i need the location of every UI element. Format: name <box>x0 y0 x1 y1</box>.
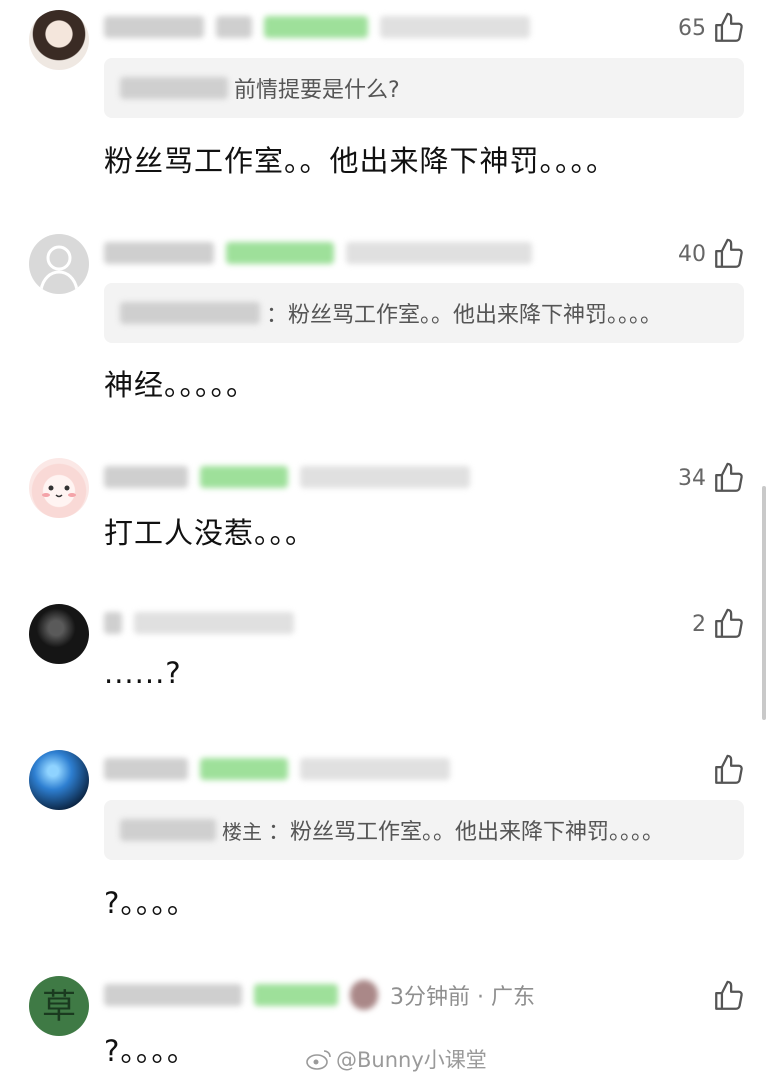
avatar[interactable] <box>29 604 89 664</box>
time-blurred <box>380 16 530 38</box>
username-blurred <box>104 466 188 488</box>
like-count: 34 <box>678 465 706 491</box>
comment-text: 神经。。。。。 <box>104 368 257 402</box>
avatar[interactable] <box>29 234 89 294</box>
thumbs-up-icon <box>715 12 743 42</box>
like-count: 65 <box>678 15 706 41</box>
quote-text: ：粉丝骂工作室。。他出来降下神罚。。。。 <box>268 820 665 845</box>
comment-meta <box>104 12 530 42</box>
comment-meta <box>104 608 294 638</box>
weibo-icon <box>306 1050 331 1070</box>
comment-text: ?。。。。 <box>104 1034 197 1068</box>
time-location: 3分钟前 · 广东 <box>390 985 535 1010</box>
time-blurred <box>134 612 294 634</box>
tag-blurred <box>216 16 252 38</box>
cartoon-avatar-icon <box>42 485 76 498</box>
quoted-reply[interactable]: 楼主 ：粉丝骂工作室。。他出来降下神罚。。。。 <box>104 800 744 860</box>
thumbs-up-icon <box>715 462 743 492</box>
quoted-user-blurred <box>120 77 228 99</box>
time-blurred <box>300 758 450 780</box>
quoted-user-blurred <box>120 819 216 841</box>
scrollbar[interactable] <box>762 486 766 720</box>
thumbs-up-icon <box>715 608 743 638</box>
thumbs-up-icon <box>715 980 743 1010</box>
time-blurred <box>346 242 532 264</box>
badge-avatar-blurred <box>350 980 378 1010</box>
avatar[interactable] <box>29 750 89 810</box>
like-button[interactable]: 2 <box>692 606 746 642</box>
quoted-user-blurred <box>120 302 260 324</box>
username-blurred <box>104 16 204 38</box>
comment-text: ?。。。。 <box>104 886 197 920</box>
quote-text: ：粉丝骂工作室。。他出来降下神罚。。。。 <box>266 303 663 328</box>
thumbs-up-icon <box>715 238 743 268</box>
quoted-reply[interactable]: ：粉丝骂工作室。。他出来降下神罚。。。。 <box>104 283 744 343</box>
time-blurred <box>300 466 470 488</box>
op-label: 楼主 <box>222 819 262 844</box>
comment-meta: 3分钟前 · 广东 <box>104 980 535 1010</box>
comment-text: 打工人没惹。。。 <box>104 516 316 550</box>
grass-avatar-icon: 草 <box>42 987 76 1027</box>
comment-meta <box>104 754 450 784</box>
default-avatar-icon <box>39 245 79 291</box>
badge-blurred <box>254 984 338 1006</box>
comment-meta <box>104 238 532 268</box>
avatar[interactable] <box>29 458 89 518</box>
like-button[interactable] <box>706 752 746 788</box>
like-button[interactable]: 65 <box>678 10 746 46</box>
badge-blurred <box>200 758 288 780</box>
watermark: @Bunny小课堂 <box>306 1044 487 1074</box>
badge-blurred <box>264 16 368 38</box>
username-blurred <box>104 242 214 264</box>
comment-text: ......? <box>104 656 182 690</box>
like-button[interactable]: 34 <box>678 460 746 496</box>
quoted-reply[interactable]: 前情提要是什么? <box>104 58 744 118</box>
comment-text: 粉丝骂工作室。。他出来降下神罚。。。。 <box>104 144 617 178</box>
badge-blurred <box>200 466 288 488</box>
avatar[interactable]: 草 <box>29 976 89 1036</box>
username-blurred <box>104 612 122 634</box>
comment-meta <box>104 462 470 492</box>
watermark-text: @Bunny小课堂 <box>336 1048 487 1072</box>
quote-text: 前情提要是什么? <box>234 78 400 103</box>
like-count: 2 <box>692 611 706 637</box>
username-blurred <box>104 758 188 780</box>
svg-text:草: 草 <box>42 987 76 1027</box>
username-blurred <box>104 984 242 1006</box>
like-count: 40 <box>678 241 706 267</box>
avatar[interactable] <box>29 10 89 70</box>
like-button[interactable]: 40 <box>678 236 746 272</box>
like-button[interactable] <box>706 978 746 1014</box>
thumbs-up-icon <box>715 754 743 784</box>
badge-blurred <box>226 242 334 264</box>
